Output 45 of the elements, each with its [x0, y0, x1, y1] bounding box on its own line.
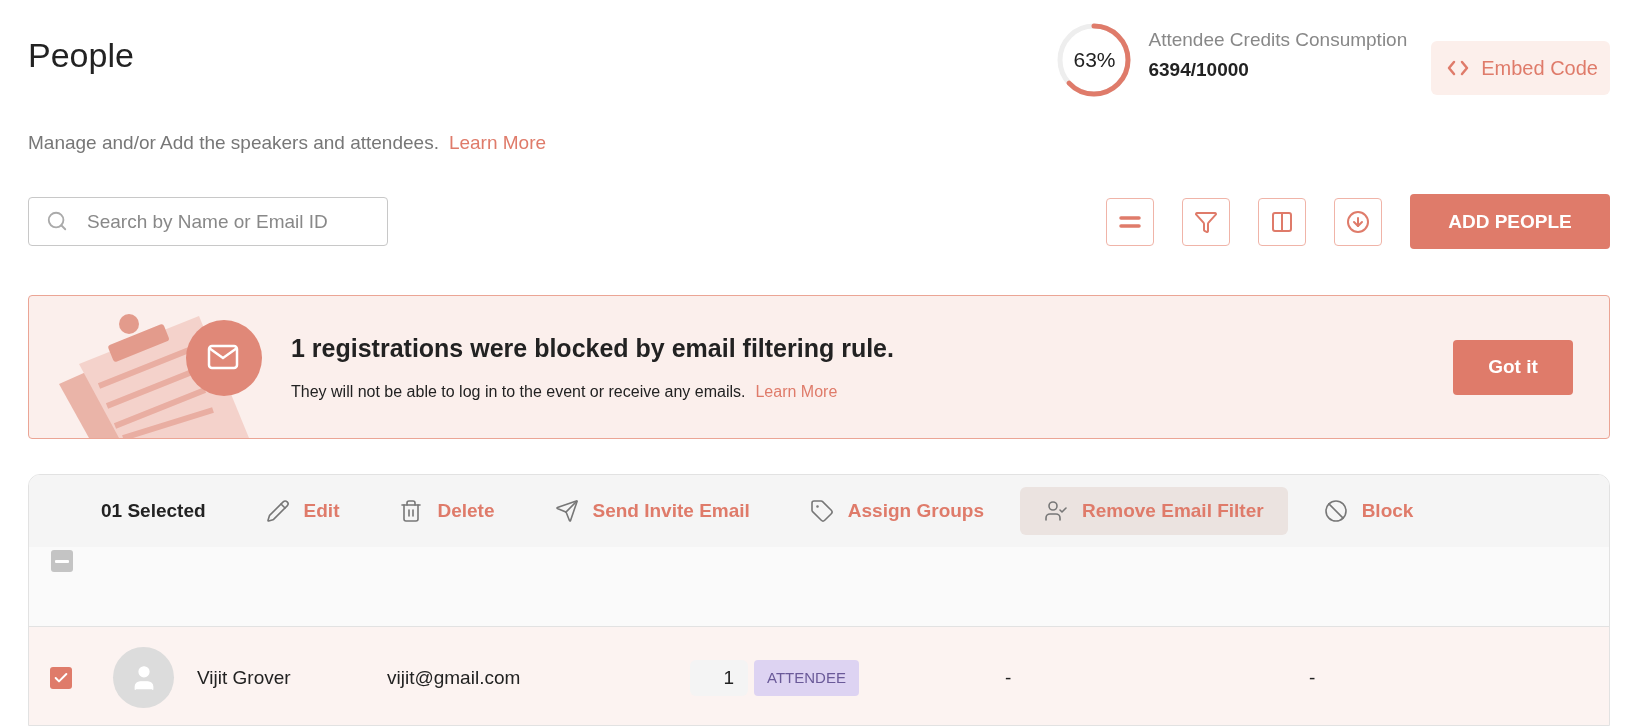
learn-more-link[interactable]: Learn More [448, 132, 547, 153]
columns-button[interactable] [1258, 197, 1306, 246]
density-button[interactable] [1106, 197, 1154, 246]
banner-text: They will not be able to log in to the event or receive any emails. Learn More [291, 382, 839, 401]
credits-value: 6394/10000 [1148, 59, 1250, 81]
table-cell-text: - [1005, 666, 1013, 689]
edit-icon [265, 499, 290, 523]
search-field[interactable]: Search by Name or Email ID [28, 197, 388, 246]
group-count: 1 [690, 659, 748, 696]
credits-label: Attendee Credits Consumption [1148, 29, 1408, 51]
email-cell-text: vijit@gmail.com [387, 666, 522, 689]
delete-icon [399, 499, 424, 523]
add-people-button[interactable]: ADD PEOPLE [1410, 194, 1610, 249]
embed-code-button[interactable]: Embed Code [1431, 41, 1610, 95]
bulk-action-button[interactable]: Delete [375, 487, 519, 535]
search-icon [46, 210, 68, 232]
columns-icon [1270, 209, 1294, 234]
bulk-action-button[interactable]: Remove Email Filter [1020, 487, 1288, 535]
send-icon [554, 499, 579, 523]
table-cell-text: - [1309, 666, 1317, 689]
got-it-button[interactable]: Got it [1453, 339, 1573, 395]
name-cell-text: Vijit Grover [197, 666, 292, 689]
credits-percent: 63% [1073, 48, 1116, 72]
user-check-icon [1044, 499, 1068, 523]
block-icon [1323, 499, 1348, 523]
page-description: Manage and/or Add the speakers and attendees. Learn More [28, 132, 548, 154]
minus-icon [55, 559, 69, 563]
select-all-checkbox[interactable] [51, 550, 73, 572]
bulk-action-button[interactable]: Edit [241, 487, 364, 535]
bulk-action-button[interactable]: Assign Groups [785, 487, 1008, 535]
filter-button[interactable] [1182, 197, 1230, 246]
density-icon [1119, 215, 1141, 228]
download-icon [1346, 209, 1370, 234]
code-icon [1447, 60, 1470, 76]
banner-title: 1 registrations were blocked by email filtering rule. [291, 333, 895, 363]
download-button[interactable] [1334, 197, 1382, 246]
tag-icon [809, 499, 834, 523]
learn-more-link[interactable]: Learn More [755, 382, 838, 400]
bulk-action-button[interactable]: Block [1299, 487, 1438, 535]
row-checkbox[interactable] [50, 666, 72, 689]
selection-count: 01 Selected [101, 500, 206, 522]
filter-icon [1194, 209, 1218, 234]
page-title: People [28, 36, 134, 75]
bulk-action-button[interactable]: Send Invite Email [530, 487, 774, 535]
group-tag: ATTENDEE [754, 659, 859, 696]
